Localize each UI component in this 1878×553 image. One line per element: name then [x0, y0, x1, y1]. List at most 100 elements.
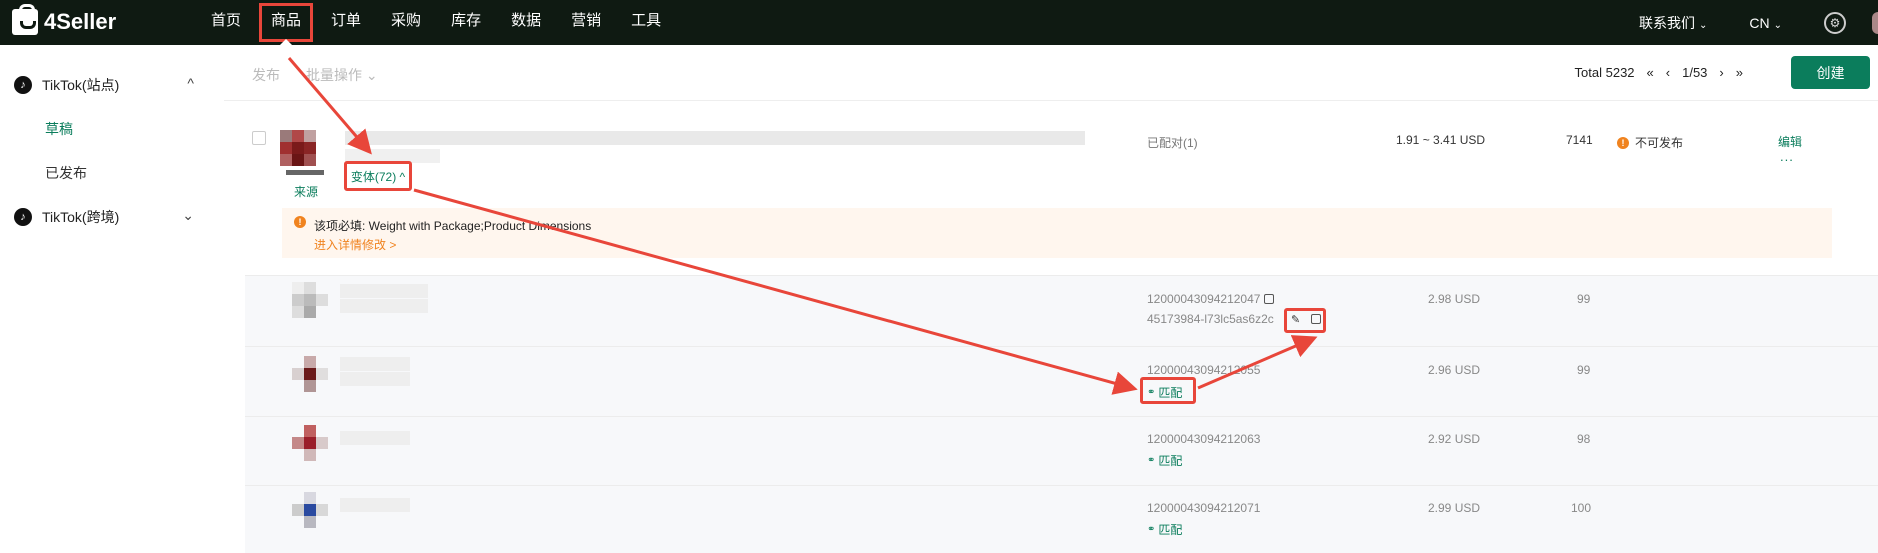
match-button[interactable]: ⚭ 匹配	[1147, 452, 1182, 469]
variants-toggle-button[interactable]: 变体(72) ^	[344, 161, 412, 191]
copy-icon[interactable]	[1311, 314, 1321, 324]
nav-products[interactable]: 商品	[256, 0, 316, 45]
sidebar: ♪ TikTok(站点) ^ 草稿 已发布 ♪ TikTok(跨境) ⌄	[0, 45, 224, 553]
variant-qty: 99	[1577, 292, 1591, 306]
sidebar-item-drafts[interactable]: 草稿	[0, 107, 224, 151]
alert-message: 该项必填: Weight with Package;Product Dimens…	[314, 219, 592, 233]
chevron-down-icon: ⌄	[1773, 19, 1782, 31]
variant-qty: 98	[1577, 432, 1591, 446]
edit-link[interactable]: 编辑	[1778, 133, 1802, 150]
shopping-bag-icon	[12, 4, 38, 35]
page-indicator: 1/53	[1682, 65, 1708, 80]
avatar[interactable]	[1872, 11, 1878, 34]
publish-button[interactable]: 发布	[252, 65, 280, 85]
copy-icon[interactable]	[1264, 294, 1275, 304]
variant-row	[245, 485, 1878, 553]
edit-details-link[interactable]: 进入详情修改 >	[314, 236, 396, 253]
first-page-icon[interactable]: «	[1647, 65, 1654, 80]
nav-purchase[interactable]: 采购	[376, 0, 436, 45]
sidebar-group-label: TikTok(站点)	[42, 77, 120, 93]
language-label: CN	[1749, 14, 1770, 31]
variant-row	[245, 346, 1878, 416]
nav-data[interactable]: 数据	[496, 0, 556, 45]
stock-total: 7141	[1566, 133, 1593, 147]
seller-sku-value: 45173984-l73lc5as6z2c	[1147, 312, 1274, 326]
chevron-up-icon: ^	[187, 75, 194, 91]
total-count: Total 5232	[1574, 65, 1635, 80]
link-icon: ⚭	[1147, 524, 1156, 535]
chevron-down-icon: ⌄	[182, 207, 194, 223]
match-label: 匹配	[1158, 523, 1183, 537]
seller-sku: 45173984-l73lc5as6z2c	[1147, 312, 1274, 326]
variant-qty: 99	[1577, 363, 1591, 377]
variant-price: 2.96 USD	[1428, 363, 1481, 377]
prev-page-icon[interactable]: ‹	[1666, 65, 1670, 80]
next-page-icon[interactable]: ›	[1719, 65, 1723, 80]
contact-us-label: 联系我们	[1638, 14, 1695, 31]
variant-price: 2.98 USD	[1428, 292, 1481, 306]
more-actions-icon[interactable]: ...	[1780, 149, 1794, 164]
nav-tools[interactable]: 工具	[616, 0, 676, 45]
bulk-actions-dropdown[interactable]: 批量操作 ⌄	[306, 65, 378, 85]
variant-title-blurred	[340, 357, 410, 371]
top-right-controls: 联系我们 ⌄ CN ⌄ ⚙	[1639, 0, 1878, 45]
last-page-icon[interactable]: »	[1736, 65, 1743, 80]
product-checkbox[interactable]	[252, 131, 266, 145]
create-button[interactable]: 创建	[1791, 56, 1870, 89]
tiktok-icon: ♪	[14, 208, 32, 226]
sidebar-group-tiktok-local[interactable]: ♪ TikTok(站点) ^	[0, 63, 224, 107]
variant-thumbnail	[292, 282, 328, 318]
variant-title-blurred	[340, 498, 410, 512]
sidebar-group-label: TikTok(跨境)	[42, 209, 120, 225]
nav-home[interactable]: 首页	[196, 0, 256, 45]
match-label: 匹配	[1158, 386, 1183, 400]
edit-mapping-icon[interactable]: ✎	[1291, 313, 1300, 326]
nav-orders[interactable]: 订单	[316, 0, 376, 45]
list-toolbar: 发布 批量操作 ⌄ Total 5232 « ‹ 1/53 › » 创建	[224, 45, 1878, 101]
top-nav-bar: 4Seller 首页 商品 订单 采购 库存 数据 营销 工具 联系我们 ⌄ CN…	[0, 0, 1878, 45]
variant-sku: 12000043094212063	[1147, 432, 1261, 446]
status-label: 不可发布	[1635, 136, 1684, 150]
main-nav: 首页 商品 订单 采购 库存 数据 营销 工具	[196, 0, 676, 45]
product-title-blurred	[345, 131, 1085, 145]
sidebar-group-tiktok-crossborder[interactable]: ♪ TikTok(跨境) ⌄	[0, 195, 224, 239]
match-label: 匹配	[1158, 454, 1183, 468]
variant-title-blurred	[340, 431, 410, 445]
link-icon: ⚭	[1147, 387, 1156, 398]
variant-title-blurred	[340, 372, 410, 386]
tiktok-icon: ♪	[14, 76, 32, 94]
warning-icon: !	[1617, 136, 1629, 149]
link-icon: ⚭	[1147, 455, 1156, 466]
variant-thumbnail	[292, 356, 328, 392]
variant-sku: 12000043094212071	[1147, 501, 1261, 515]
variant-title-blurred	[340, 299, 428, 313]
brand-logo[interactable]: 4Seller	[12, 4, 117, 36]
gear-icon[interactable]: ⚙	[1824, 11, 1846, 34]
variant-thumbnail	[292, 492, 328, 528]
variant-qty: 100	[1571, 501, 1592, 515]
variant-price: 2.99 USD	[1428, 501, 1481, 515]
brand-name: 4Seller	[44, 9, 117, 34]
match-button[interactable]: ⚭ 匹配	[1147, 384, 1182, 401]
warning-icon: !	[294, 216, 306, 228]
variant-sku: 12000043094212055	[1147, 363, 1261, 377]
variant-sku-value: 12000043094212047	[1147, 292, 1261, 306]
nav-inventory[interactable]: 库存	[436, 0, 496, 45]
variant-row	[245, 416, 1878, 485]
pagination: Total 5232 « ‹ 1/53 › »	[1563, 65, 1743, 80]
product-thumbnail[interactable]	[280, 130, 316, 166]
variant-row	[245, 275, 1878, 346]
source-tag[interactable]: 来源	[294, 183, 318, 200]
thumb-shadow	[286, 170, 324, 175]
match-button[interactable]: ⚭ 匹配	[1147, 521, 1182, 538]
nav-marketing[interactable]: 营销	[556, 0, 616, 45]
price-range: 1.91 ~ 3.41 USD	[1396, 133, 1486, 147]
variant-price: 2.92 USD	[1428, 432, 1481, 446]
variant-thumbnail	[292, 425, 328, 461]
chevron-down-icon: ⌄	[1698, 19, 1708, 31]
contact-us-menu[interactable]: 联系我们 ⌄	[1639, 13, 1707, 33]
sidebar-item-published[interactable]: 已发布	[0, 151, 224, 195]
matched-count: 已配对(1)	[1147, 136, 1198, 150]
language-menu[interactable]: CN ⌄	[1749, 15, 1782, 31]
variant-sku: 12000043094212047	[1147, 292, 1275, 306]
